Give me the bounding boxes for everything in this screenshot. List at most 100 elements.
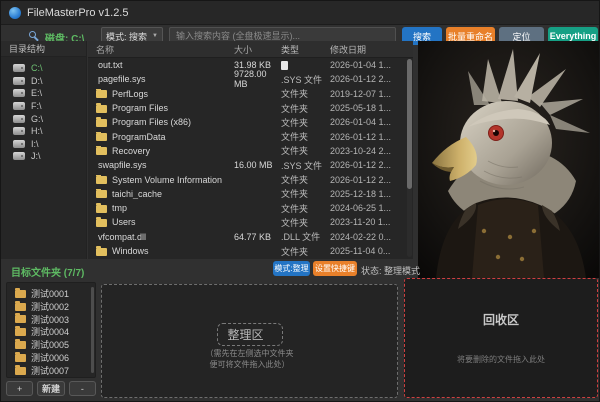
folder-icon — [15, 315, 26, 323]
table-row[interactable]: pagefile.sys9728.00 MB.SYS 文件2026-01-12 … — [88, 72, 413, 86]
target-folder-item[interactable]: 测试0005 — [7, 338, 95, 351]
organize-drop-zone[interactable]: 整理区 （需先在左侧选中文件夹 便可将文件拖入此处） — [101, 284, 398, 398]
table-row[interactable]: Recovery文件夹2023-10-24 2... — [88, 144, 413, 158]
file-name: tmp — [112, 203, 127, 213]
sidebar-drive-item[interactable]: G:\ — [1, 112, 86, 125]
file-type-cell: 文件夹 — [281, 202, 330, 215]
target-folder-item[interactable]: 测试0003 — [7, 313, 95, 326]
sidebar-drive-item[interactable]: C:\ — [1, 62, 86, 75]
target-folder-item[interactable]: 测试0006 — [7, 351, 95, 364]
file-type-cell: 文件夹 — [281, 173, 330, 186]
file-name-cell: Users — [88, 217, 234, 227]
scrollbar-thumb[interactable] — [407, 59, 412, 189]
table-row[interactable]: ProgramData文件夹2026-01-12 1... — [88, 129, 413, 143]
column-type[interactable]: 类型 — [281, 43, 330, 56]
file-date-cell: 2025-12-18 1... — [330, 189, 413, 199]
remove-target-button[interactable]: - — [69, 381, 96, 396]
drive-label: D:\ — [31, 76, 43, 86]
file-name-cell: taichi_cache — [88, 189, 234, 199]
column-size[interactable]: 大小 — [234, 43, 281, 56]
column-name[interactable]: 名称 — [88, 43, 234, 56]
file-name: swapfile.sys — [98, 160, 147, 170]
target-folders-header: 目标文件夹 (7/7) — [11, 264, 84, 279]
table-row[interactable]: vfcompat.dll64.77 KB.DLL 文件2024-02-22 0.… — [88, 230, 413, 244]
folder-icon — [15, 303, 26, 311]
file-name-cell: Recovery — [88, 146, 234, 156]
file-type-cell: 文件夹 — [281, 245, 330, 258]
file-name-cell: Program Files (x86) — [88, 117, 234, 127]
drive-icon — [13, 102, 25, 110]
target-folder-item[interactable]: 测试0004 — [7, 325, 95, 338]
file-name: taichi_cache — [112, 189, 162, 199]
file-name-cell: PerfLogs — [88, 89, 234, 99]
folder-icon — [96, 219, 107, 227]
file-name: vfcompat.dll — [98, 232, 146, 242]
folder-icon — [15, 341, 26, 349]
file-list-scrollbar[interactable] — [407, 59, 412, 257]
sidebar-drive-item[interactable]: I:\ — [1, 138, 86, 151]
set-hotkeys-button[interactable]: 设置快捷键 — [313, 261, 357, 276]
file-type-cell: 文件夹 — [281, 87, 330, 100]
file-date-cell: 2019-12-07 1... — [330, 89, 413, 99]
file-date-cell: 2026-01-04 1... — [330, 60, 413, 70]
sidebar-drive-item[interactable]: J:\ — [1, 150, 86, 163]
recycle-zone-title: 回收区 — [405, 311, 597, 328]
add-target-button[interactable]: + — [6, 381, 33, 396]
app-icon — [9, 7, 21, 19]
column-date[interactable]: 修改日期 — [330, 43, 413, 56]
folder-icon — [96, 90, 107, 98]
organize-mode-button[interactable]: 模式:整理 — [273, 261, 310, 276]
table-row[interactable]: swapfile.sys16.00 MB.SYS 文件2026-01-12 2.… — [88, 158, 413, 172]
drive-icon — [13, 77, 25, 85]
sidebar-drive-item[interactable]: H:\ — [1, 125, 86, 138]
target-folder-item[interactable]: 测试0001 — [7, 287, 95, 300]
file-name: Program Files — [112, 103, 168, 113]
window-title: FileMasterPro v1.2.5 — [27, 7, 128, 19]
file-date-cell: 2026-01-12 2... — [330, 175, 413, 185]
file-name: Recovery — [112, 146, 150, 156]
recycle-drop-zone[interactable]: 回收区 将要删除的文件拖入此处 — [404, 278, 598, 398]
drive-label: J:\ — [31, 151, 41, 161]
file-name: Users — [112, 217, 136, 227]
directory-sidebar: 目录结构 C:\D:\E:\F:\G:\H:\I:\ J:\ — [1, 41, 87, 259]
file-size-cell: 16.00 MB — [234, 160, 281, 170]
file-name-cell: swapfile.sys — [88, 160, 234, 170]
sidebar-drive-item[interactable]: D:\ — [1, 75, 86, 88]
table-row[interactable]: tmp 文件夹2024-06-25 1... — [88, 201, 413, 215]
table-row[interactable]: Windows文件夹2025-11-04 0... — [88, 244, 413, 258]
target-folder-panel: 测试0001测试0002测试0003测试0004测试0005测试0006测试00… — [6, 282, 96, 378]
drive-icon — [13, 64, 25, 72]
target-list-scrollbar[interactable] — [91, 287, 94, 373]
target-folder-item[interactable]: 测试0002 — [7, 300, 95, 313]
sidebar-drive-item[interactable]: F:\ — [1, 100, 86, 113]
sidebar-title: 目录结构 — [1, 41, 86, 57]
app-window: FileMasterPro v1.2.5 磁盘: C:\ 模式: 搜索 ▼ 搜索… — [0, 0, 600, 402]
file-date-cell: 2024-06-25 1... — [330, 203, 413, 213]
target-folder-label: 测试0003 — [31, 313, 69, 326]
file-name: ProgramData — [112, 132, 166, 142]
new-folder-button[interactable]: 新建 — [37, 381, 64, 396]
sidebar-drive-item[interactable]: E:\ — [1, 87, 86, 100]
target-buttons: + 新建 - — [6, 381, 96, 396]
table-row[interactable]: Program Files文件夹2025-05-18 1... — [88, 101, 413, 115]
file-type-cell: 文件夹 — [281, 102, 330, 115]
file-size-cell: 9728.00 MB — [234, 69, 281, 89]
organize-zone-hint-1: （需先在左侧选中文件夹 — [102, 348, 397, 359]
folder-icon — [15, 354, 26, 362]
file-date-cell: 2026-01-12 2... — [330, 74, 413, 84]
folder-icon — [15, 328, 26, 336]
file-date-cell: 2024-02-22 0... — [330, 232, 413, 242]
drive-icon — [13, 140, 25, 148]
file-name-cell: out.txt — [88, 60, 234, 70]
table-row[interactable]: System Volume Information文件夹2026-01-12 2… — [88, 172, 413, 186]
file-date-cell: 2026-01-04 1... — [330, 117, 413, 127]
target-folder-item[interactable]: 测试0007 — [7, 364, 95, 377]
folder-icon — [96, 147, 107, 155]
file-type-cell: .SYS 文件 — [281, 73, 330, 86]
table-row[interactable]: taichi_cache文件夹2025-12-18 1... — [88, 187, 413, 201]
table-row[interactable]: Users文件夹2023-11-20 1... — [88, 215, 413, 229]
table-row[interactable]: Program Files (x86)文件夹2026-01-04 1... — [88, 115, 413, 129]
file-name-cell: ProgramData — [88, 132, 234, 142]
file-name: PerfLogs — [112, 89, 148, 99]
drive-label: I:\ — [31, 139, 39, 149]
